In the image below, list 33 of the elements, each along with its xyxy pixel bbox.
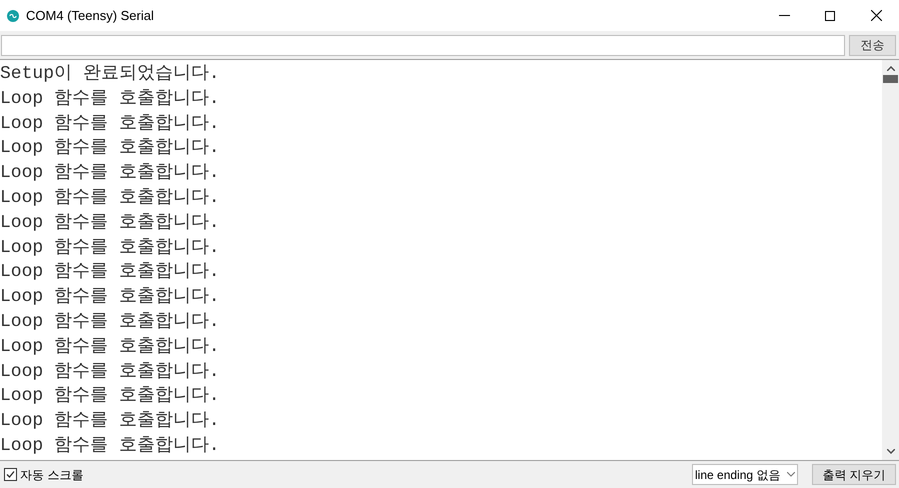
scroll-up-icon — [886, 66, 894, 71]
output-line: Loop 함수를 호출합니다. — [0, 261, 220, 284]
output-line: Loop 함수를 호출합니다. — [0, 410, 220, 434]
chevron-down-icon — [787, 472, 795, 477]
scroll-down-icon — [886, 449, 894, 454]
output-line: Loop 함수를 호출합니다. — [0, 112, 220, 136]
autoscroll-checkbox[interactable] — [4, 468, 17, 481]
line-ending-dropdown[interactable]: line ending 없음 — [692, 464, 798, 485]
send-button[interactable]: 전송 — [849, 34, 896, 56]
output-line: Loop 함수를 호출합니다. — [0, 137, 220, 160]
close-icon — [870, 10, 882, 21]
input-field[interactable] — [1, 34, 845, 56]
minimize-icon — [778, 14, 790, 16]
app-logo-icon — [7, 10, 19, 22]
output-line: Loop 함수를 호출합니다. — [0, 360, 220, 384]
output-line: Loop 함수를 호출합니다. — [0, 310, 220, 334]
output-line: Loop 함수를 호출합니다. — [0, 186, 220, 210]
scroll-thumb[interactable] — [883, 75, 898, 83]
output-line: Loop 함수를 호출합니다. — [0, 385, 220, 408]
output-line: Loop 함수를 호출합니다. — [0, 434, 220, 458]
output-line: Loop 함수를 호출합니다. — [0, 88, 220, 111]
clear-output-button[interactable]: 출력 지우기 — [812, 464, 896, 485]
output-line: Loop 함수를 호출합니다. — [0, 286, 220, 310]
output-line: Loop 함수를 호출합니다. — [0, 236, 220, 260]
output-line: Loop 함수를 호출합니다. — [0, 162, 220, 186]
output-line: Setup이 완료되었습니다. — [0, 63, 220, 86]
autoscroll-label: 자동 스크롤 — [20, 466, 84, 484]
maximize-icon — [825, 10, 835, 20]
checkmark-icon — [6, 470, 15, 479]
output-line: Loop 함수를 호출합니다. — [0, 212, 220, 235]
scrollbar[interactable] — [882, 60, 899, 460]
window-title: COM4 (Teensy) Serial — [26, 6, 154, 25]
output-line: Loop 함수를 호출합니다. — [0, 336, 220, 359]
